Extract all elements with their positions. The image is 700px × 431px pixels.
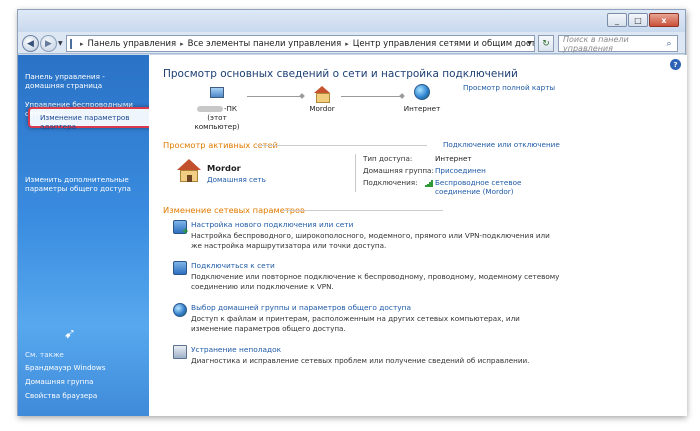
breadcrumb-separator: ▸ — [180, 39, 184, 48]
close-button[interactable]: x — [649, 13, 679, 27]
refresh-button[interactable]: ↻ — [538, 35, 554, 52]
back-button[interactable]: ◀ — [22, 35, 39, 52]
adapter-settings-label: Изменение параметров адаптера — [40, 113, 130, 131]
task-description: Диагностика и исправление сетевых пробле… — [191, 356, 530, 365]
see-also-browser-properties[interactable]: Свойства браузера — [25, 391, 97, 400]
sidebar-item-sharing-settings[interactable]: Изменить дополнительные параметры общего… — [25, 175, 145, 193]
breadcrumb-control-panel[interactable]: Панель управления — [88, 39, 177, 49]
window-frame: _ □ x ◀ ▶ ▼ ▸ Панель управления ▸ Все эл… — [17, 9, 687, 416]
breadcrumb-separator: ▸ — [80, 39, 84, 48]
address-bar[interactable]: ▸ Панель управления ▸ Все элементы панел… — [66, 35, 535, 52]
computer-name-suffix: -ПК — [223, 104, 238, 113]
search-icon[interactable]: ⌕ — [661, 36, 677, 51]
task-description: Доступ к файлам и принтерам, расположенн… — [191, 314, 520, 333]
access-type-label: Тип доступа: — [363, 154, 413, 163]
computer-caption: (этот компьютер) — [194, 113, 240, 131]
network-node-label: Mordor — [309, 104, 335, 113]
task-connect-network-link[interactable]: Подключиться к сети — [191, 261, 275, 270]
bird-icon: ➹ — [64, 326, 76, 342]
network-node-internet: Интернет — [397, 82, 447, 113]
connection-line — [341, 96, 403, 97]
network-node-mordor: Mordor — [297, 82, 347, 113]
active-network-name: Mordor — [207, 163, 241, 173]
internet-node-label: Интернет — [403, 104, 441, 113]
homegroup-label: Домашняя группа: — [363, 166, 434, 175]
section-divider — [257, 145, 427, 146]
new-connection-icon — [173, 220, 189, 237]
task-description: Подключение или повторное подключение к … — [191, 272, 560, 291]
recent-pages-dropdown[interactable]: ▼ — [58, 40, 63, 47]
see-also-heading: См. также — [25, 350, 64, 359]
see-also-firewall[interactable]: Брандмауэр Windows — [25, 363, 106, 372]
breadcrumb-network-center[interactable]: Центр управления сетями и общим доступом — [353, 39, 534, 49]
connection-line — [247, 96, 303, 97]
title-bar: _ □ x — [18, 10, 685, 32]
computer-icon — [210, 86, 224, 98]
task-troubleshoot-link[interactable]: Устранение неполадок — [191, 345, 281, 354]
section-divider — [283, 210, 443, 211]
breadcrumb-all-items[interactable]: Все элементы панели управления — [188, 39, 342, 49]
homegroup-icon — [173, 303, 187, 317]
vertical-divider — [355, 154, 356, 192]
page-title: Просмотр основных сведений о сети и наст… — [163, 68, 518, 80]
navigation-toolbar: ◀ ▶ ▼ ▸ Панель управления ▸ Все элементы… — [18, 32, 685, 54]
maximize-button[interactable]: □ — [628, 13, 648, 27]
task-homegroup-link[interactable]: Выбор домашней группы и параметров общег… — [191, 303, 411, 312]
search-placeholder: Поиск в панели управления — [563, 34, 629, 53]
blurred-computer-name — [196, 106, 223, 112]
homegroup-link[interactable]: Присоединен — [435, 166, 486, 175]
network-type-link[interactable]: Домашняя сеть — [207, 175, 266, 184]
control-panel-icon — [70, 38, 72, 49]
access-type-value: Интернет — [435, 154, 472, 163]
minimize-button[interactable]: _ — [607, 13, 627, 27]
home-network-icon — [177, 159, 201, 183]
home-network-icon — [314, 85, 330, 103]
wireless-connection-link[interactable]: Беспроводное сетевое соединение (Mordor) — [435, 178, 525, 196]
view-full-map-link[interactable]: Просмотр полной карты — [463, 83, 555, 92]
forward-button[interactable]: ▶ — [40, 35, 57, 52]
sidebar-item-adapter-settings[interactable]: Изменение параметров адаптера — [28, 107, 154, 131]
network-node-computer: -ПК (этот компьютер) — [187, 82, 247, 131]
connect-disconnect-link[interactable]: Подключение или отключение — [443, 140, 560, 149]
globe-icon — [414, 84, 430, 100]
breadcrumb-separator: ▸ — [345, 39, 349, 48]
connect-network-icon — [173, 261, 187, 275]
task-description: Настройка беспроводного, широкополосного… — [191, 231, 550, 250]
task-new-connection-link[interactable]: Настройка нового подключения или сети — [191, 220, 353, 229]
troubleshoot-icon — [173, 345, 187, 359]
connections-label: Подключения: — [363, 178, 418, 187]
help-icon[interactable]: ? — [670, 59, 681, 70]
sidebar-item-home[interactable]: Панель управления - домашняя страница — [25, 72, 145, 90]
window-controls: _ □ x — [606, 13, 679, 27]
main-content: ? Просмотр основных сведений о сети и на… — [149, 55, 687, 416]
wireless-signal-icon — [425, 180, 433, 187]
search-input[interactable]: Поиск в панели управления ⌕ — [558, 34, 678, 53]
address-dropdown-icon[interactable]: ▼ — [527, 40, 532, 47]
see-also-homegroup[interactable]: Домашняя группа — [25, 377, 93, 386]
